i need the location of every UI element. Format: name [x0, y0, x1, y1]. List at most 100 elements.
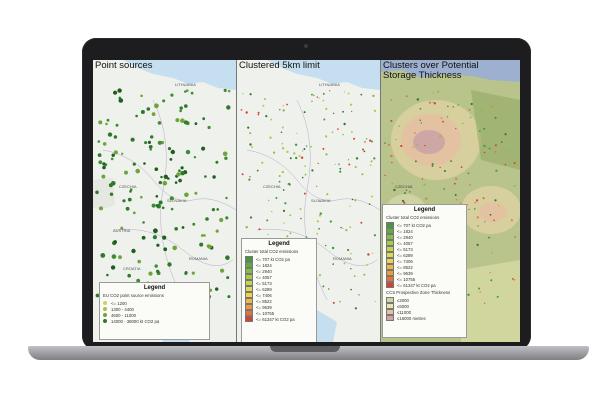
emission-point [174, 181, 178, 184]
emission-point [384, 142, 386, 144]
emission-point [468, 208, 470, 211]
emission-point [155, 204, 158, 207]
emission-point [227, 295, 231, 299]
emission-point [494, 151, 497, 153]
emission-point [293, 152, 296, 155]
emission-point [113, 150, 118, 155]
emission-point [156, 243, 160, 247]
panel-point-sources[interactable]: Point sources LITHUANIA CZECHIA SLOVAKIA… [93, 60, 236, 342]
legend-subtitle: EU CO2 point source emissions [103, 293, 164, 298]
emission-point [510, 219, 513, 222]
emission-point [416, 144, 419, 146]
emission-point [316, 232, 319, 235]
emission-point [331, 246, 335, 250]
emission-point [446, 116, 449, 118]
emission-point [483, 127, 486, 130]
emission-point [148, 271, 153, 276]
emission-point [273, 151, 276, 154]
legend-item: <= 61347 kt CO2 pa [386, 282, 463, 288]
emission-point [158, 200, 163, 205]
emission-point [347, 249, 350, 251]
legend-item-label: <= 8522 [256, 298, 272, 304]
emission-point [369, 164, 372, 166]
emission-point [339, 300, 341, 303]
emission-point [282, 105, 285, 107]
emission-point [488, 147, 491, 150]
legend-item-label: <= 5173 [397, 246, 413, 252]
emission-point [142, 221, 145, 224]
emission-point [467, 293, 470, 296]
legend-item-label: <= 6289 [256, 286, 272, 292]
emission-point [353, 137, 356, 140]
legend-item-label: <= 4057 [397, 240, 413, 246]
emission-point [219, 217, 224, 223]
map-label-croatia: CROATIA [123, 266, 141, 271]
emission-point [301, 150, 304, 152]
emission-point [476, 216, 479, 219]
legend-item-label: <= 2940 [397, 234, 413, 240]
emission-point [286, 103, 288, 106]
legend-item-label: ≤6000 [397, 303, 409, 309]
legend-item-label: <= 10755 [397, 276, 416, 282]
emission-point [404, 192, 406, 195]
emission-point [478, 287, 480, 290]
emission-point [316, 96, 318, 98]
emission-point [125, 206, 130, 211]
emission-point [478, 130, 481, 132]
emission-point [318, 214, 322, 217]
emission-point [154, 103, 159, 109]
emission-point [163, 247, 168, 252]
emission-point [194, 122, 198, 125]
emission-point [409, 191, 411, 193]
map-label-czechia: CZECHIA [263, 184, 281, 189]
legend-item-label: ≤2000 [397, 297, 409, 303]
emission-point [373, 234, 376, 237]
emission-point [373, 109, 376, 112]
emission-point [483, 151, 486, 154]
emission-point [199, 242, 204, 247]
panel-storage-thickness[interactable]: Clusters over Potential Storage Thicknes… [381, 60, 520, 342]
legend-item-label: <= 2940 [256, 268, 272, 274]
emission-point [491, 105, 493, 108]
emission-point [398, 125, 400, 127]
emission-point [140, 195, 143, 199]
emission-point [215, 229, 219, 233]
emission-point [355, 157, 359, 160]
emission-point [354, 307, 357, 310]
emission-point [342, 110, 344, 113]
emission-point [160, 175, 163, 179]
emission-point [170, 93, 174, 97]
emission-point [325, 107, 328, 110]
emission-point [135, 168, 140, 174]
emission-point [343, 91, 346, 93]
legend-swatch [386, 282, 394, 288]
emission-point [176, 172, 181, 177]
emission-point [327, 288, 330, 290]
emission-point [185, 149, 191, 155]
legend-item-label: 14000 - 38000 kt CO2 pa [111, 318, 160, 324]
emission-point [366, 264, 368, 266]
emission-point [106, 118, 110, 122]
emission-point [193, 156, 197, 159]
emission-point [437, 90, 440, 93]
legend-item-label: <= 61347 kt CO2 pa [256, 316, 295, 322]
legend-item-label: <= 1824 [256, 262, 272, 268]
emission-point [513, 279, 516, 281]
emission-point [362, 148, 364, 151]
emission-point [431, 163, 434, 166]
emission-point [170, 207, 174, 211]
emission-point [348, 163, 351, 166]
emission-point [477, 224, 480, 227]
legend-item: 14000 - 38000 kt CO2 pa [103, 318, 206, 324]
emission-point [331, 131, 334, 134]
emission-point [181, 226, 185, 229]
emission-point [157, 121, 162, 125]
emission-point [249, 176, 251, 178]
emission-point [289, 232, 292, 235]
emission-point [110, 157, 114, 161]
emission-point [264, 98, 266, 100]
emission-point [241, 173, 244, 176]
panel-clustered[interactable]: Clustered 5km limit LITHUANIA CZECHIA SL… [237, 60, 380, 342]
emission-point [162, 99, 166, 103]
emission-point [281, 126, 284, 129]
